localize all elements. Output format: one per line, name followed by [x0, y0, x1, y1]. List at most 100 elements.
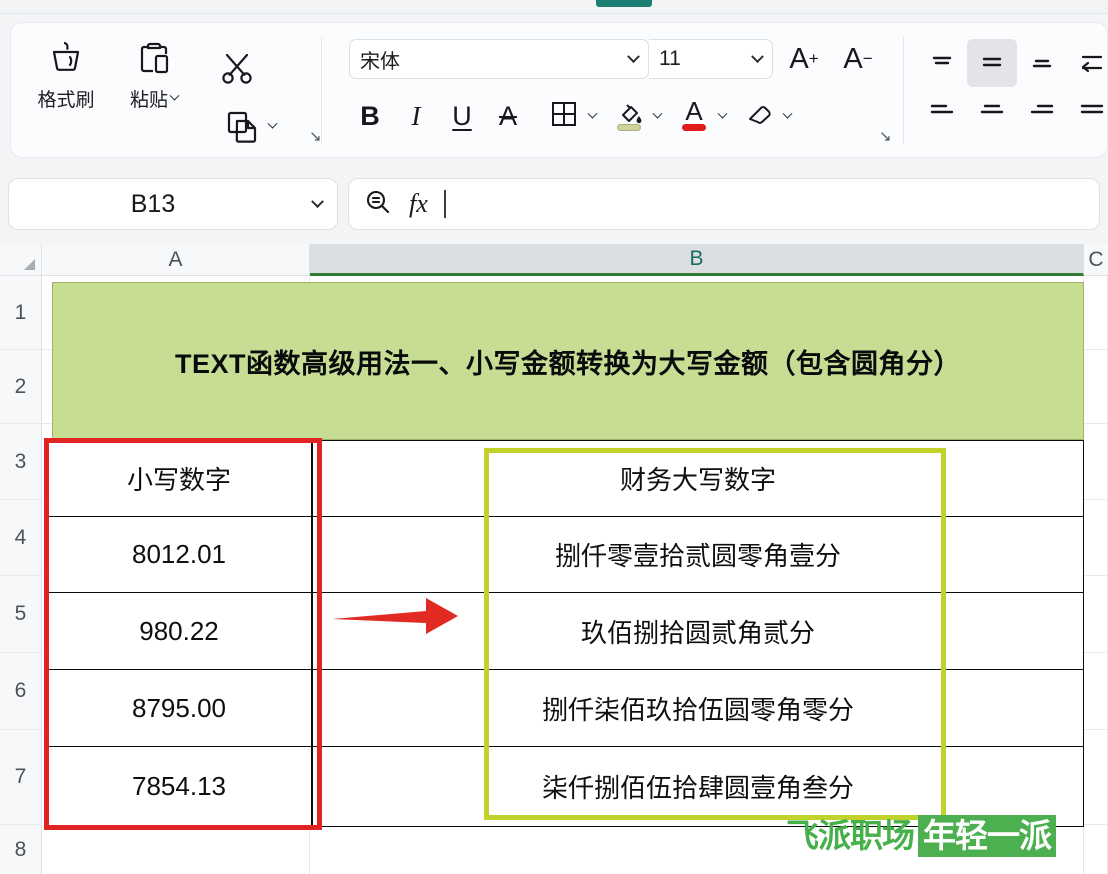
- fx-label: fx: [409, 189, 428, 218]
- column-header-c[interactable]: C: [1084, 244, 1108, 276]
- table-cell-upper[interactable]: 捌仟零壹拾贰圆零角壹分: [312, 517, 1084, 593]
- spreadsheet-grid: A B C 1 2 3 4 5 6 7 8 TEXT函数高级用法一、小写金额转换…: [0, 244, 1108, 874]
- chevron-down-icon[interactable]: [587, 108, 598, 119]
- shrink-font-glyph: A: [843, 42, 863, 75]
- font-format-row: B I U A A: [347, 93, 793, 139]
- chevron-down-icon[interactable]: [751, 49, 764, 63]
- bold-button[interactable]: B: [347, 93, 393, 139]
- formula-text-cursor: [443, 190, 446, 218]
- divider: [321, 37, 322, 145]
- align-right-button[interactable]: [1017, 87, 1067, 135]
- table-cell-lower[interactable]: 7854.13: [46, 747, 312, 827]
- cell-c1[interactable]: [1084, 276, 1108, 350]
- cell-c2[interactable]: [1084, 350, 1108, 424]
- font-name-input[interactable]: 宋体: [349, 39, 649, 79]
- select-all-corner[interactable]: [0, 244, 42, 276]
- red-arrow-icon: [330, 594, 462, 643]
- align-bottom-button[interactable]: [1017, 39, 1067, 87]
- row-header-5[interactable]: 5: [0, 576, 42, 653]
- formula-input[interactable]: fx: [348, 178, 1100, 230]
- search-icon[interactable]: [363, 187, 393, 222]
- decrease-font-size-button[interactable]: A −: [835, 37, 881, 81]
- ribbon-group-clipboard: 格式刷 粘贴 ↘: [23, 23, 322, 159]
- fill-color-button[interactable]: [606, 93, 652, 139]
- table-cell-upper[interactable]: 捌仟柒佰玖拾伍圆零角零分: [312, 670, 1084, 747]
- format-painter-label: 格式刷: [37, 90, 95, 111]
- paste-label: 粘贴: [130, 85, 180, 112]
- column-header-b[interactable]: B: [310, 244, 1084, 276]
- shrink-font-sup: −: [862, 49, 873, 68]
- active-tab-indicator[interactable]: [596, 0, 652, 7]
- ribbon: 格式刷 粘贴 ↘ 宋体 11 A + A − B I U A A ↘: [0, 14, 1108, 166]
- table-header-lower[interactable]: 小写数字: [46, 440, 312, 517]
- align-center-button[interactable]: [967, 87, 1017, 135]
- row-header-3[interactable]: 3: [0, 424, 42, 500]
- increase-font-size-button[interactable]: A +: [781, 37, 827, 81]
- formula-bar-row: B13 fx: [0, 166, 1108, 244]
- copy-button[interactable]: [221, 105, 278, 147]
- watermark-text: 飞派职场: [786, 816, 915, 855]
- ribbon-tab-strip: [0, 0, 1108, 14]
- ribbon-group-font: 宋体 11 A + A − B I U A A ↘: [333, 23, 904, 159]
- name-box-dropdown[interactable]: [297, 194, 337, 209]
- cell-a8[interactable]: [42, 825, 310, 874]
- wrap-text-button[interactable]: [1067, 39, 1108, 87]
- cell-c7[interactable]: [1084, 730, 1108, 825]
- chevron-down-icon[interactable]: [627, 49, 640, 63]
- font-dialog-launcher[interactable]: ↘: [879, 127, 892, 145]
- table-header-upper[interactable]: 财务大写数字: [312, 440, 1084, 517]
- table-cell-lower[interactable]: 980.22: [46, 593, 312, 670]
- clear-format-button[interactable]: [736, 93, 782, 139]
- ribbon-group-alignment: [907, 23, 1108, 159]
- font-color-button[interactable]: A: [671, 93, 717, 139]
- alignment-grid: [917, 39, 1108, 135]
- align-justify-button[interactable]: [1067, 87, 1108, 135]
- align-top-button[interactable]: [917, 39, 967, 87]
- underline-button[interactable]: U: [439, 93, 485, 139]
- chevron-down-icon[interactable]: [717, 108, 728, 119]
- font-size-value: 11: [659, 47, 681, 70]
- name-box[interactable]: B13: [8, 178, 338, 230]
- cut-button[interactable]: [215, 47, 259, 96]
- cell-c5[interactable]: [1084, 576, 1108, 653]
- format-painter-icon: [43, 33, 89, 83]
- row-header-6[interactable]: 6: [0, 653, 42, 730]
- watermark-badge: 年轻一派: [918, 815, 1056, 857]
- font-color-swatch: [682, 124, 706, 131]
- italic-button[interactable]: I: [393, 93, 439, 139]
- table-cell-lower[interactable]: 8795.00: [46, 670, 312, 747]
- chevron-down-icon[interactable]: [652, 108, 663, 119]
- row-header-1[interactable]: 1: [0, 276, 42, 350]
- borders-button[interactable]: [541, 93, 587, 139]
- column-header-a[interactable]: A: [42, 244, 310, 276]
- paste-button[interactable]: 粘贴: [115, 33, 193, 129]
- ribbon-card: 格式刷 粘贴 ↘ 宋体 11 A + A − B I U A A ↘: [10, 22, 1108, 158]
- clipboard-dialog-launcher[interactable]: ↘: [309, 127, 322, 145]
- row-header-7[interactable]: 7: [0, 730, 42, 825]
- eraser-icon: [744, 100, 774, 133]
- chevron-down-icon[interactable]: [267, 118, 278, 129]
- chevron-down-icon[interactable]: [169, 90, 180, 101]
- spreadsheet-app: 格式刷 粘贴 ↘ 宋体 11 A + A − B I U A A ↘ B13 f…: [0, 0, 1108, 874]
- cell-c4[interactable]: [1084, 500, 1108, 576]
- name-box-value: B13: [130, 189, 176, 218]
- cell-c8[interactable]: [1084, 825, 1108, 874]
- cell-c3[interactable]: [1084, 424, 1108, 500]
- chevron-down-icon[interactable]: [782, 108, 793, 119]
- grow-font-sup: +: [808, 49, 819, 68]
- font-name-value: 宋体: [360, 50, 400, 73]
- format-painter-button[interactable]: 格式刷: [27, 33, 105, 129]
- row-header-8[interactable]: 8: [0, 825, 42, 874]
- row-header-4[interactable]: 4: [0, 500, 42, 576]
- divider: [903, 37, 904, 145]
- fill-color-swatch: [617, 124, 641, 131]
- align-left-button[interactable]: [917, 87, 967, 135]
- sheet-title-cell[interactable]: TEXT函数高级用法一、小写金额转换为大写金额（包含圆角分）: [52, 282, 1084, 440]
- cell-c6[interactable]: [1084, 653, 1108, 730]
- strikethrough-button[interactable]: A: [485, 93, 531, 139]
- row-header-2[interactable]: 2: [0, 350, 42, 424]
- font-size-input[interactable]: 11: [649, 39, 773, 79]
- watermark: 飞派职场 年轻一派: [786, 815, 1056, 857]
- align-middle-button[interactable]: [967, 39, 1017, 87]
- table-cell-lower[interactable]: 8012.01: [46, 517, 312, 593]
